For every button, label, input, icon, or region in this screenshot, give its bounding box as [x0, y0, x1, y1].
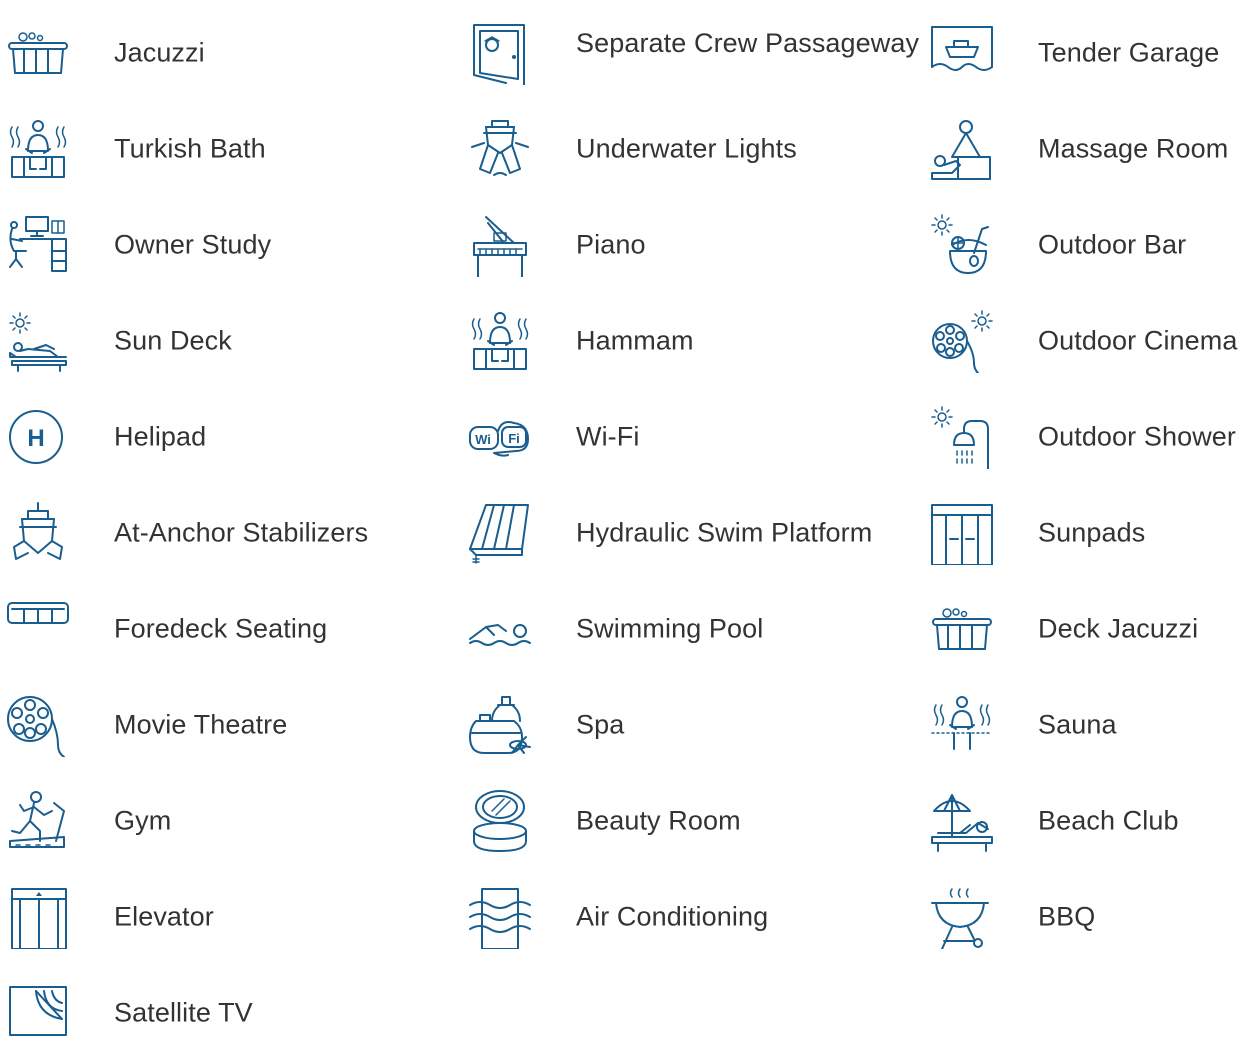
amenity-label: Piano	[576, 229, 646, 260]
amenity-label: Outdoor Bar	[1038, 229, 1187, 260]
amenity-label: Elevator	[114, 901, 214, 932]
amenity-label: Jacuzzi	[114, 37, 205, 68]
svg-text:Wi: Wi	[475, 432, 491, 447]
sunpads-icon	[930, 501, 994, 565]
amenity-label: Movie Theatre	[114, 709, 288, 740]
amenity-label: Gym	[114, 805, 172, 836]
deck-jacuzzi-icon	[930, 597, 994, 661]
spa-icon	[468, 693, 532, 757]
amenity-label: Sunpads	[1038, 517, 1146, 548]
beach-club-icon	[930, 789, 994, 853]
stabilizers-icon	[6, 501, 70, 565]
amenity-label: Hammam	[576, 325, 694, 356]
amenity-label: Massage Room	[1038, 133, 1229, 164]
satellite-tv-icon	[6, 981, 70, 1045]
amenity-label: Foredeck Seating	[114, 613, 328, 644]
hammam-icon	[468, 309, 532, 373]
tender-garage-icon	[930, 21, 994, 85]
amenity-label: Turkish Bath	[114, 133, 266, 164]
movie-theatre-icon	[6, 693, 70, 757]
swim-platform-icon	[468, 501, 532, 565]
beauty-room-icon	[468, 789, 532, 853]
jacuzzi-icon	[6, 21, 70, 85]
outdoor-bar-icon	[930, 213, 994, 277]
outdoor-shower-icon	[930, 405, 994, 469]
owner-study-icon	[6, 213, 70, 277]
amenity-label: Beauty Room	[576, 805, 741, 836]
swimming-pool-icon	[468, 597, 532, 661]
wifi-icon: Wi Fi	[468, 405, 532, 469]
amenity-label: Air Conditioning	[576, 901, 769, 932]
amenity-label: Tender Garage	[1038, 37, 1220, 68]
crew-passageway-icon	[468, 21, 532, 85]
svg-text:H: H	[27, 425, 44, 452]
amenity-label: Swimming Pool	[576, 613, 764, 644]
bbq-icon	[930, 885, 994, 949]
amenity-label: Sun Deck	[114, 325, 232, 356]
svg-text:Fi: Fi	[508, 431, 520, 446]
amenity-label: Owner Study	[114, 229, 272, 260]
foredeck-seating-icon	[6, 597, 70, 661]
air-conditioning-icon	[468, 885, 532, 949]
amenity-label: Deck Jacuzzi	[1038, 613, 1199, 644]
elevator-icon	[6, 885, 70, 949]
amenity-label: Wi-Fi	[576, 421, 640, 452]
piano-icon	[468, 213, 532, 277]
amenity-label: Helipad	[114, 421, 207, 452]
amenity-label: Hydraulic Swim Platform	[576, 517, 873, 548]
turkish-bath-icon	[6, 117, 70, 181]
amenity-label: At-Anchor Stabilizers	[114, 517, 369, 548]
sauna-icon	[930, 693, 994, 757]
outdoor-cinema-icon	[930, 309, 994, 373]
amenity-label: Underwater Lights	[576, 133, 797, 164]
sun-deck-icon	[6, 309, 70, 373]
amenity-label: Outdoor Shower	[1038, 421, 1237, 452]
amenity-label: Outdoor Cinema	[1038, 325, 1238, 356]
helipad-icon: H	[6, 405, 70, 469]
massage-room-icon	[930, 117, 994, 181]
amenity-label: Separate Crew Passageway	[576, 28, 920, 58]
amenity-label: Beach Club	[1038, 805, 1179, 836]
amenity-label: BBQ	[1038, 901, 1096, 932]
amenity-label: Satellite TV	[114, 997, 253, 1028]
amenity-label: Sauna	[1038, 709, 1117, 740]
underwater-lights-icon	[468, 117, 532, 181]
gym-icon	[6, 789, 70, 853]
amenity-label: Spa	[576, 709, 625, 740]
